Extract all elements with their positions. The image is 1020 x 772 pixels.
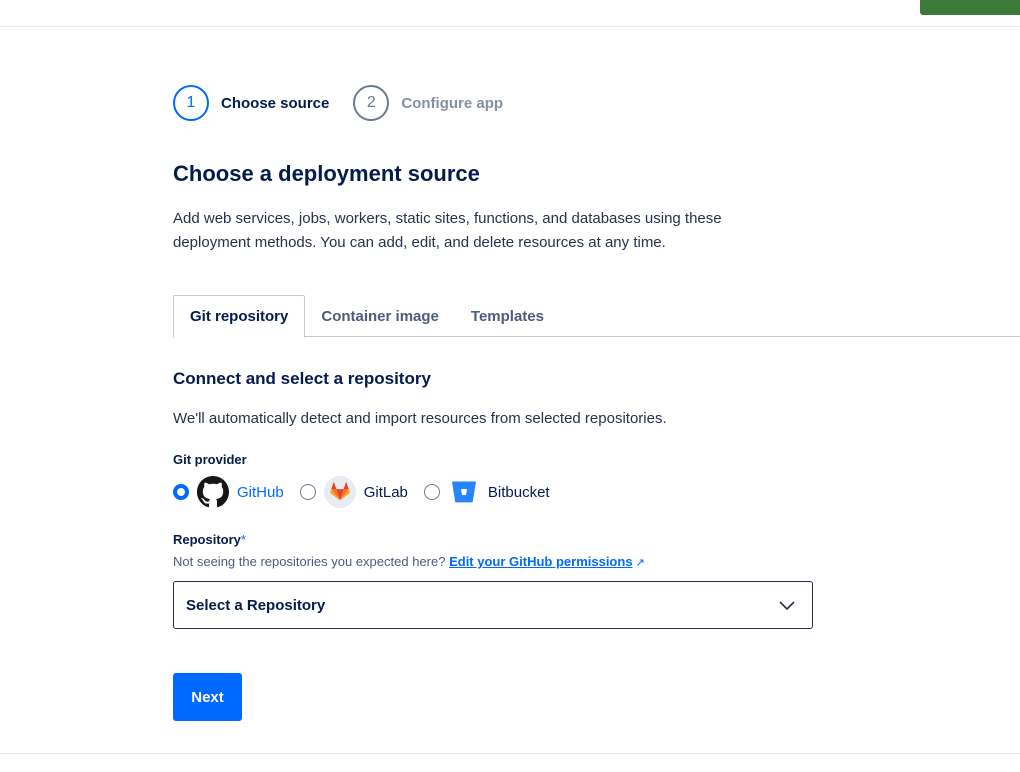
stepper: 1 Choose source 2 Configure app — [173, 85, 527, 121]
footer-divider — [0, 753, 1020, 754]
next-button[interactable]: Next — [173, 673, 242, 721]
tab-git-repository[interactable]: Git repository — [173, 295, 306, 338]
page-description: Add web services, jobs, workers, static … — [173, 210, 722, 251]
repository-hint-text: Not seeing the repositories you expected… — [173, 554, 446, 569]
page-title: Choose a deployment source — [173, 161, 480, 186]
section-description: We'll automatically detect and import re… — [173, 410, 667, 427]
provider-option-bitbucket[interactable]: Bitbucket — [423, 476, 550, 508]
step-choose-source: 1 Choose source — [173, 85, 329, 121]
repository-label: Repository* — [173, 532, 246, 547]
gitlab-icon — [323, 476, 356, 508]
edit-github-permissions-link[interactable]: Edit your GitHub permissions — [449, 554, 632, 569]
section-title: Connect and select a repository — [173, 369, 431, 388]
git-provider-options: GitHub GitLab Bitbucket — [173, 476, 566, 508]
provider-label: GitHub — [237, 483, 284, 501]
repository-select-value: Select a Repository — [186, 596, 326, 614]
step-label: Choose source — [221, 94, 330, 112]
git-provider-label: Git provider — [173, 452, 247, 467]
tab-container-image[interactable]: Container image — [305, 295, 455, 337]
provider-label: GitLab — [363, 483, 408, 501]
step-number: 2 — [353, 85, 390, 121]
external-link-icon: ↗ — [635, 557, 645, 569]
tab-templates[interactable]: Templates — [455, 295, 560, 337]
required-mark: * — [240, 532, 246, 547]
top-bar — [0, 0, 1020, 27]
step-configure-app: 2 Configure app — [353, 85, 503, 121]
step-label: Configure app — [401, 94, 504, 112]
bitbucket-icon — [448, 476, 480, 508]
step-number: 1 — [173, 85, 209, 121]
provider-label: Bitbucket — [487, 483, 550, 501]
top-bar-action-button[interactable] — [920, 0, 1020, 15]
source-tabs: Git repository Container image Templates — [173, 295, 1020, 338]
github-radio[interactable] — [173, 484, 189, 500]
provider-option-github[interactable]: GitHub — [173, 476, 284, 508]
repository-select[interactable]: Select a Repository — [173, 581, 813, 629]
repository-hint: Not seeing the repositories you expected… — [173, 554, 645, 569]
provider-option-gitlab[interactable]: GitLab — [299, 476, 408, 508]
repository-label-text: Repository — [173, 532, 241, 547]
github-icon — [197, 476, 229, 508]
gitlab-radio[interactable] — [299, 484, 316, 500]
bitbucket-radio[interactable] — [423, 484, 440, 500]
chevron-down-icon — [778, 596, 796, 618]
